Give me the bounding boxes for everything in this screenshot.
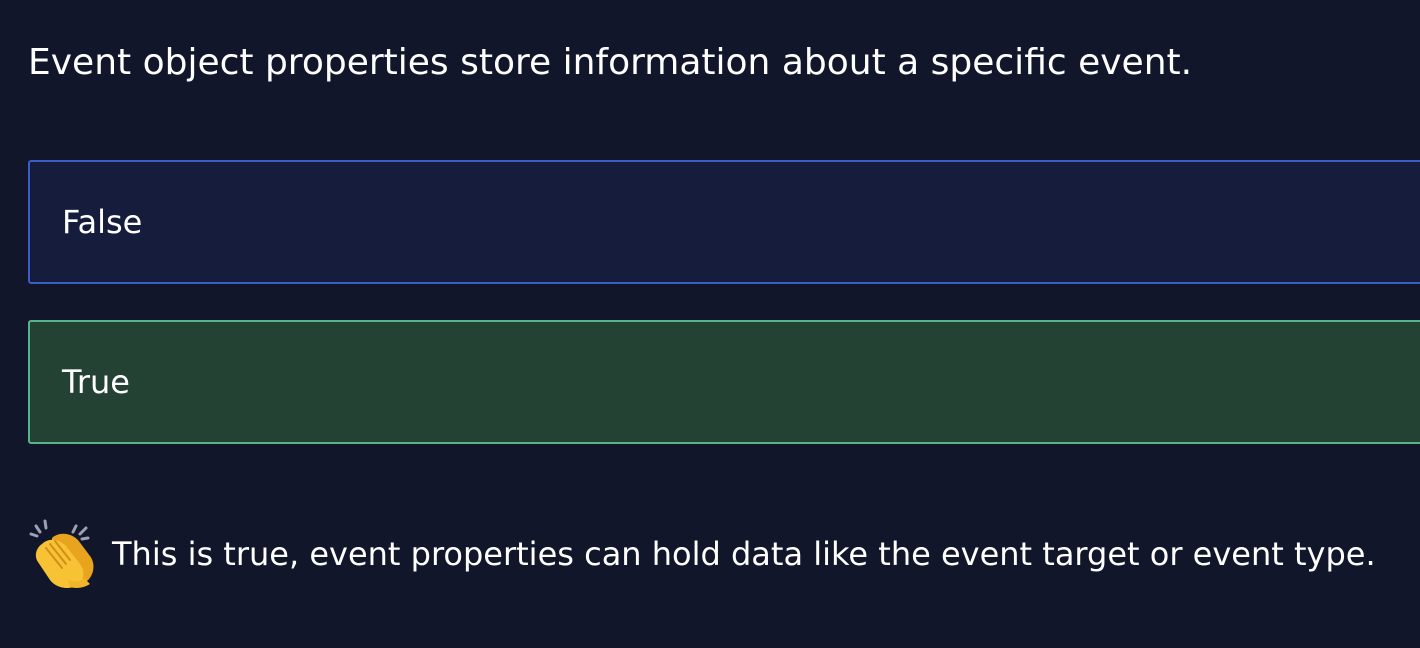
quiz-question: Event object properties store informatio… <box>28 42 1193 83</box>
answer-option-label: True <box>62 363 130 401</box>
feedback-message: This is true, event properties can hold … <box>28 516 1376 592</box>
answer-option-false[interactable]: False <box>28 160 1420 284</box>
answer-option-label: False <box>62 203 143 241</box>
feedback-text: This is true, event properties can hold … <box>112 535 1376 573</box>
answer-option-true[interactable]: True <box>28 320 1420 444</box>
clapping-hands-icon <box>28 518 98 590</box>
